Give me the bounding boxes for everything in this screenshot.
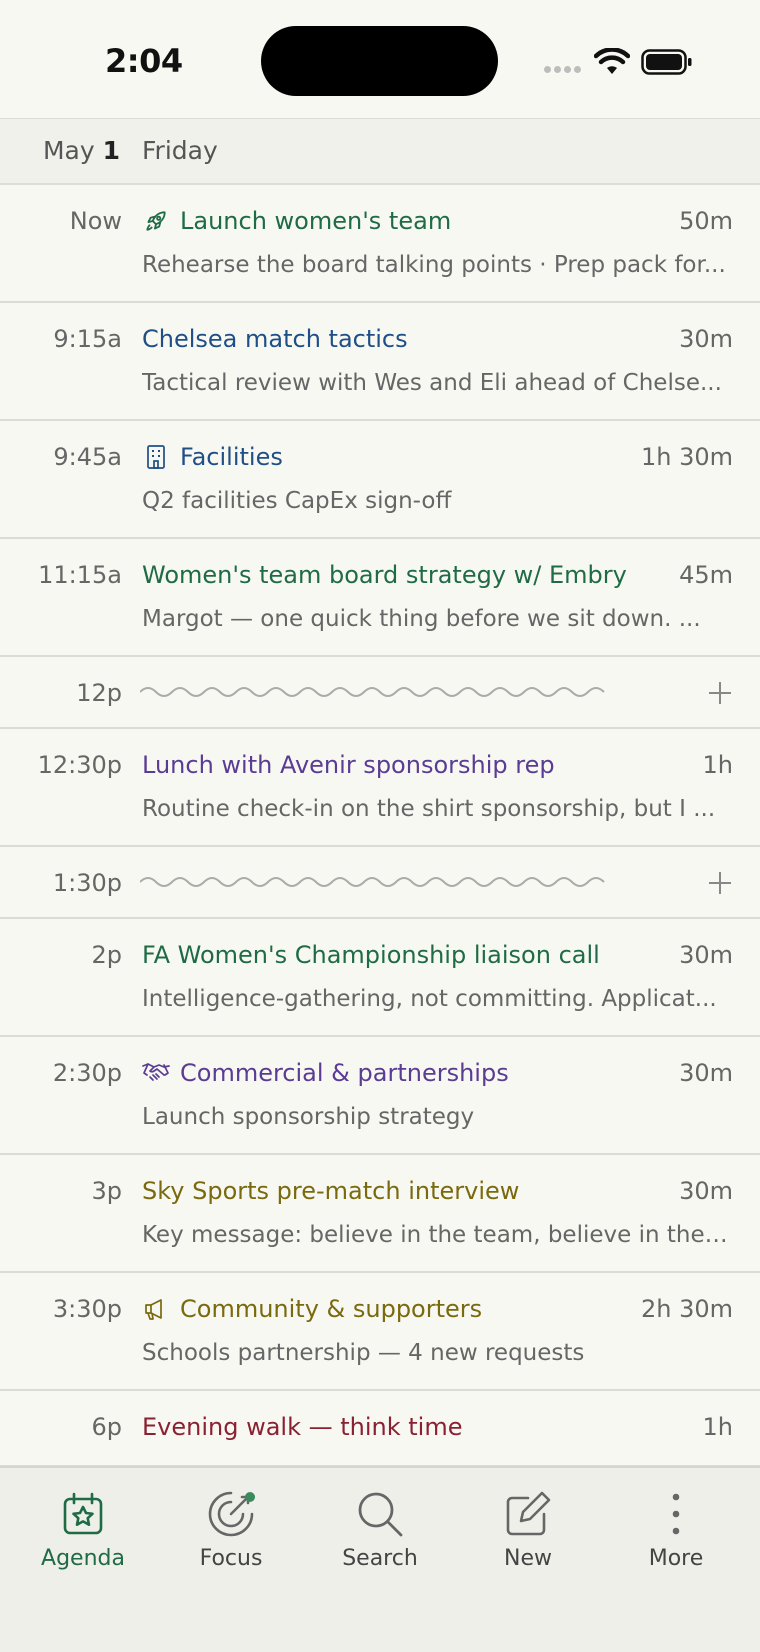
event-time: 6p — [91, 1413, 122, 1441]
event-time: 3:30p — [52, 1295, 122, 1323]
event-row[interactable]: 11:15a Women's team board strategy w/ Em… — [0, 539, 760, 657]
event-time: 11:15a — [38, 561, 122, 589]
event-duration: 45m — [679, 561, 733, 589]
gap-time: 1:30p — [52, 869, 122, 897]
event-title: Community & supporters — [180, 1295, 483, 1323]
tab-label: More — [648, 1546, 704, 1571]
event-title: FA Women's Championship liaison call — [142, 941, 600, 969]
tab-label: Focus — [199, 1546, 263, 1571]
tab-label: New — [504, 1546, 552, 1571]
handshake-icon — [142, 1059, 170, 1087]
event-duration: 30m — [679, 941, 733, 969]
event-row[interactable]: Now Launch women's team 50m Rehearse the… — [0, 185, 760, 303]
tab-label: Search — [342, 1546, 418, 1571]
event-duration: 30m — [679, 325, 733, 353]
free-time-gap[interactable]: 1:30p — [0, 847, 760, 919]
tab-focus[interactable]: Focus — [157, 1486, 305, 1571]
day-month: May — [42, 136, 95, 165]
event-time: 2p — [91, 941, 122, 969]
wifi-icon — [594, 48, 630, 74]
event-duration: 1h 30m — [640, 443, 733, 471]
event-row[interactable]: 9:45a Facilities 1h 30m Q2 facilities Ca… — [0, 421, 760, 539]
event-description: Rehearse the board talking points · Prep… — [142, 252, 726, 278]
dynamic-island — [261, 26, 498, 96]
free-time-gap[interactable]: 12p — [0, 657, 760, 729]
more-vertical-icon — [672, 1493, 680, 1535]
event-row[interactable]: 2p FA Women's Championship liaison call … — [0, 919, 760, 1037]
tab-more[interactable]: More — [602, 1486, 750, 1571]
status-bar: 2:04 — [0, 0, 760, 118]
event-duration: 2h 30m — [640, 1295, 733, 1323]
event-title: Chelsea match tactics — [142, 325, 408, 353]
gap-time: 12p — [76, 679, 122, 707]
event-time: 9:15a — [53, 325, 122, 353]
battery-icon — [641, 49, 692, 75]
event-title: Facilities — [180, 443, 283, 471]
event-time: Now — [69, 207, 122, 235]
event-row[interactable]: 3p Sky Sports pre-match interview 30m Ke… — [0, 1155, 760, 1273]
day-weekday: Friday — [142, 136, 218, 165]
compose-icon — [506, 1491, 551, 1536]
event-description: Key message: believe in the team, believ… — [142, 1222, 732, 1248]
event-duration: 30m — [679, 1177, 733, 1205]
event-description: Launch sponsorship strategy — [142, 1104, 475, 1130]
signal-icon — [544, 66, 581, 73]
tab-bar: Agenda Focus Search New More — [0, 1466, 760, 1652]
event-duration: 30m — [679, 1059, 733, 1087]
event-description: Routine check-in on the shirt sponsorshi… — [142, 796, 716, 822]
tab-new[interactable]: New — [454, 1486, 602, 1571]
event-time: 3p — [91, 1177, 122, 1205]
event-description: Tactical review with Wes and Eli ahead o… — [142, 370, 722, 396]
status-clock: 2:04 — [105, 42, 183, 80]
event-title: Commercial & partnerships — [180, 1059, 509, 1087]
event-duration: 50m — [679, 207, 733, 235]
event-duration: 1h — [702, 1413, 733, 1441]
event-time: 12:30p — [37, 751, 122, 779]
event-duration: 1h — [702, 751, 733, 779]
event-description: Schools partnership — 4 new requests — [142, 1340, 585, 1366]
event-time: 9:45a — [53, 443, 122, 471]
event-description: Intelligence-gathering, not committing. … — [142, 986, 717, 1012]
event-time: 2:30p — [52, 1059, 122, 1087]
event-row[interactable]: 6p Evening walk — think time 1h — [0, 1391, 760, 1466]
search-icon — [358, 1492, 403, 1537]
calendar-star-icon — [63, 1492, 103, 1535]
focus-notification-dot — [245, 1492, 255, 1502]
megaphone-icon — [142, 1295, 170, 1323]
add-event-plus-icon[interactable] — [706, 869, 734, 897]
event-row[interactable]: 9:15a Chelsea match tactics 30m Tactical… — [0, 303, 760, 421]
day-date: 1 — [102, 136, 120, 165]
rocket-icon — [142, 207, 170, 235]
day-header: May 1 Friday — [0, 119, 760, 185]
free-time-wave-icon — [140, 687, 605, 697]
event-title: Women's team board strategy w/ Embry — [142, 561, 627, 589]
event-title: Launch women's team — [180, 207, 452, 235]
event-description: Q2 facilities CapEx sign-off — [142, 488, 452, 514]
event-row[interactable]: 3:30p Community & supporters 2h 30m Scho… — [0, 1273, 760, 1391]
add-event-plus-icon[interactable] — [706, 679, 734, 707]
event-title: Sky Sports pre-match interview — [142, 1177, 520, 1205]
event-title: Evening walk — think time — [142, 1413, 463, 1441]
event-description: Margot — one quick thing before we sit d… — [142, 606, 701, 632]
tab-label: Agenda — [41, 1546, 125, 1571]
event-title: Lunch with Avenir sponsorship rep — [142, 751, 555, 779]
free-time-wave-icon — [140, 877, 605, 887]
tab-agenda[interactable]: Agenda — [9, 1486, 157, 1571]
agenda-list[interactable]: May 1 Friday Now Launch women's team 50m… — [0, 118, 760, 1466]
building-icon — [142, 443, 170, 471]
tab-search[interactable]: Search — [306, 1486, 454, 1571]
event-row[interactable]: 2:30p Commercial & partnerships 30m Laun… — [0, 1037, 760, 1155]
event-row[interactable]: 12:30p Lunch with Avenir sponsorship rep… — [0, 729, 760, 847]
